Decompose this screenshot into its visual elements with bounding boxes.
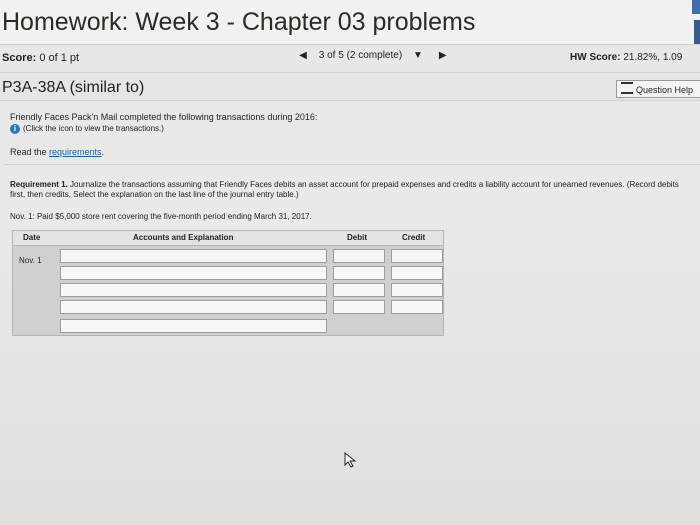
journal-entry-table: Date Accounts and Explanation Debit Cred… (12, 230, 444, 336)
question-position: 3 of 5 (2 complete) (318, 50, 403, 61)
journal-header: Date Accounts and Explanation Debit Cred… (13, 231, 443, 246)
problem-id: P3A-38A (similar to) (2, 79, 145, 96)
credit-header: Credit (402, 233, 426, 242)
requirement-label: Requirement 1. (10, 180, 68, 189)
prev-question-icon[interactable]: ◀ (296, 50, 310, 61)
question-content: Friendly Faces Pack'n Mail completed the… (0, 102, 700, 525)
window-edge (692, 0, 700, 14)
transactions-row: i (Click the icon to view the transaction… (10, 124, 164, 134)
credit-input-1[interactable] (391, 249, 443, 263)
title-bar: Homework: Week 3 - Chapter 03 problems (0, 0, 700, 45)
hw-score: HW Score: 21.82%, 1.09 (570, 52, 682, 63)
credit-input-2[interactable] (391, 266, 443, 280)
debit-input-2[interactable] (333, 266, 385, 280)
date-cell: Nov. 1 (19, 256, 42, 265)
account-input-2[interactable] (60, 266, 327, 280)
read-requirements: Read the requirements. (10, 147, 104, 157)
hw-score-value: 21.82%, 1.09 (623, 52, 683, 63)
hw-score-label: HW Score: (570, 52, 621, 63)
question-dropdown-icon[interactable]: ▼ (411, 50, 425, 61)
requirement-body: Journalize the transactions assuming tha… (10, 180, 679, 199)
question-help-button[interactable]: Question Help (616, 80, 700, 98)
credit-input-4[interactable] (391, 300, 443, 314)
info-icon[interactable]: i (10, 124, 20, 134)
question-navigator: ◀ 3 of 5 (2 complete) ▼ ▶ (296, 50, 450, 61)
page-title: Homework: Week 3 - Chapter 03 problems (2, 8, 476, 36)
credit-input-3[interactable] (391, 283, 443, 297)
explanation-select[interactable] (60, 319, 327, 333)
read-suffix: . (101, 147, 105, 157)
click-note: (Click the icon to view the transactions… (23, 124, 164, 134)
section-divider (4, 164, 700, 165)
account-input-3[interactable] (60, 283, 327, 297)
transaction-text: Nov. 1: Paid $5,000 store rent covering … (10, 212, 312, 221)
score-label: Score: (2, 52, 37, 64)
score: Score: 0 of 1 pt (2, 52, 79, 64)
debit-input-4[interactable] (333, 300, 385, 314)
score-bar: Score: 0 of 1 pt ◀ 3 of 5 (2 complete) ▼… (0, 46, 700, 73)
debit-input-1[interactable] (333, 249, 385, 263)
date-header: Date (23, 233, 41, 242)
read-prefix: Read the (10, 147, 50, 157)
mouse-pointer-icon (344, 452, 357, 468)
problem-bar: P3A-38A (similar to) Question Help (0, 76, 700, 101)
intro-text: Friendly Faces Pack'n Mail completed the… (10, 112, 318, 122)
score-value: 0 of 1 pt (39, 52, 80, 64)
list-icon (621, 82, 633, 94)
debit-header: Debit (347, 233, 367, 242)
account-input-4[interactable] (60, 300, 327, 314)
requirement-text: Requirement 1. Journalize the transactio… (10, 180, 690, 200)
debit-input-3[interactable] (333, 283, 385, 297)
question-help-label: Question Help (636, 85, 694, 95)
window-edge-lower (694, 20, 700, 44)
requirements-link[interactable]: requirements (49, 147, 102, 157)
next-question-icon[interactable]: ▶ (436, 50, 450, 61)
account-input-1[interactable] (60, 249, 327, 263)
accounts-header: Accounts and Explanation (133, 233, 234, 242)
